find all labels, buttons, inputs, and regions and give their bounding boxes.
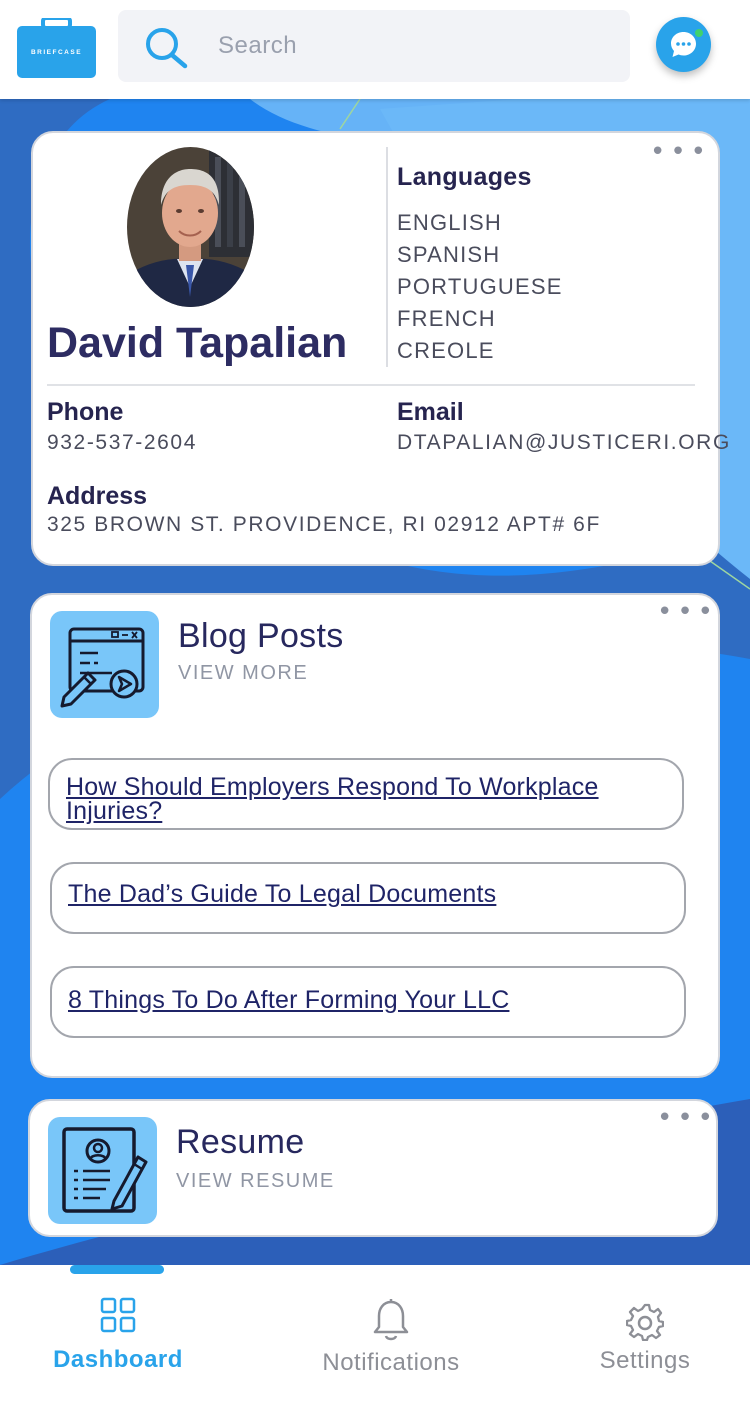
language-item: CREOLE [397, 338, 495, 363]
address-label: Address [47, 482, 148, 510]
blog-browser-pencil-icon [60, 627, 145, 708]
briefcase-icon: BRIEFCASE [17, 16, 96, 78]
profile-name: David Tapalian [47, 319, 348, 367]
tab-notifications-label: Notifications [322, 1349, 460, 1376]
language-item: ENGLISH [397, 210, 502, 235]
horizontal-divider [47, 384, 695, 386]
profile-more-options-icon[interactable]: ••• [650, 139, 711, 165]
resume-title: Resume [176, 1123, 305, 1161]
language-item: SPANISH [397, 242, 501, 267]
languages-title: Languages [397, 163, 532, 191]
search-bar[interactable] [118, 10, 630, 82]
tab-dashboard-label: Dashboard [53, 1346, 183, 1373]
blog-posts-card: ••• Blog Posts VIEW MORE How Should Empl… [30, 593, 720, 1078]
blog-post-item[interactable]: How Should Employers Respond To Workplac… [48, 758, 684, 830]
online-status-dot [694, 28, 704, 38]
blog-post-item[interactable]: 8 Things To Do After Forming Your LLC [50, 966, 686, 1038]
active-tab-indicator [70, 1265, 164, 1274]
logo-text: BRIEFCASE [31, 49, 82, 56]
vertical-divider [386, 147, 388, 367]
avatar [127, 147, 254, 307]
blog-title: Blog Posts [178, 617, 344, 655]
blog-view-more-link[interactable]: VIEW MORE [178, 662, 308, 685]
email-value[interactable]: DTAPALIAN@JUSTICERI.ORG [397, 431, 731, 455]
resume-card: ••• Resume VIEW RESUME [28, 1099, 718, 1237]
profile-card: ••• David Tapalian Languages ENGLISH SPA… [31, 131, 729, 566]
language-item: FRENCH [397, 306, 496, 331]
blog-tile [50, 611, 159, 718]
languages-list: ENGLISH SPANISH PORTUGUESE FRENCH CREOLE [397, 207, 563, 367]
briefcase-logo[interactable]: BRIEFCASE [17, 16, 96, 78]
bottom-navigation: Dashboard Notifications Settings [0, 1265, 750, 1401]
tab-notifications[interactable]: Notifications [296, 1299, 486, 1377]
tab-settings[interactable]: Settings [580, 1303, 710, 1375]
language-item: PORTUGUESE [397, 274, 563, 299]
blog-post-link[interactable]: The Dad’s Guide To Legal Documents [68, 882, 658, 907]
chat-button[interactable] [656, 17, 711, 72]
search-icon[interactable] [143, 26, 189, 70]
blog-more-options-icon[interactable]: ••• [657, 599, 718, 625]
phone-label: Phone [47, 398, 124, 426]
tab-settings-label: Settings [599, 1347, 691, 1374]
dashboard-grid-icon [100, 1297, 136, 1333]
app-header: BRIEFCASE [0, 0, 750, 99]
phone-value[interactable]: 932-537-2604 [47, 431, 197, 455]
blog-post-item[interactable]: The Dad’s Guide To Legal Documents [50, 862, 686, 934]
blog-post-link[interactable]: How Should Employers Respond To Workplac… [66, 775, 656, 824]
profile-photo [127, 147, 254, 307]
tab-dashboard[interactable]: Dashboard [30, 1297, 206, 1374]
resume-tile [48, 1117, 157, 1224]
search-input[interactable] [218, 28, 598, 64]
email-label: Email [397, 398, 464, 426]
address-value: 325 BROWN ST. PROVIDENCE, RI 02912 APT# … [47, 513, 601, 536]
resume-more-options-icon[interactable]: ••• [657, 1105, 718, 1131]
bell-icon [373, 1299, 409, 1341]
blog-post-link[interactable]: 8 Things To Do After Forming Your LLC [68, 988, 658, 1013]
view-resume-link[interactable]: VIEW RESUME [176, 1170, 335, 1193]
resume-document-pencil-icon [62, 1127, 148, 1213]
gear-icon [626, 1303, 664, 1341]
